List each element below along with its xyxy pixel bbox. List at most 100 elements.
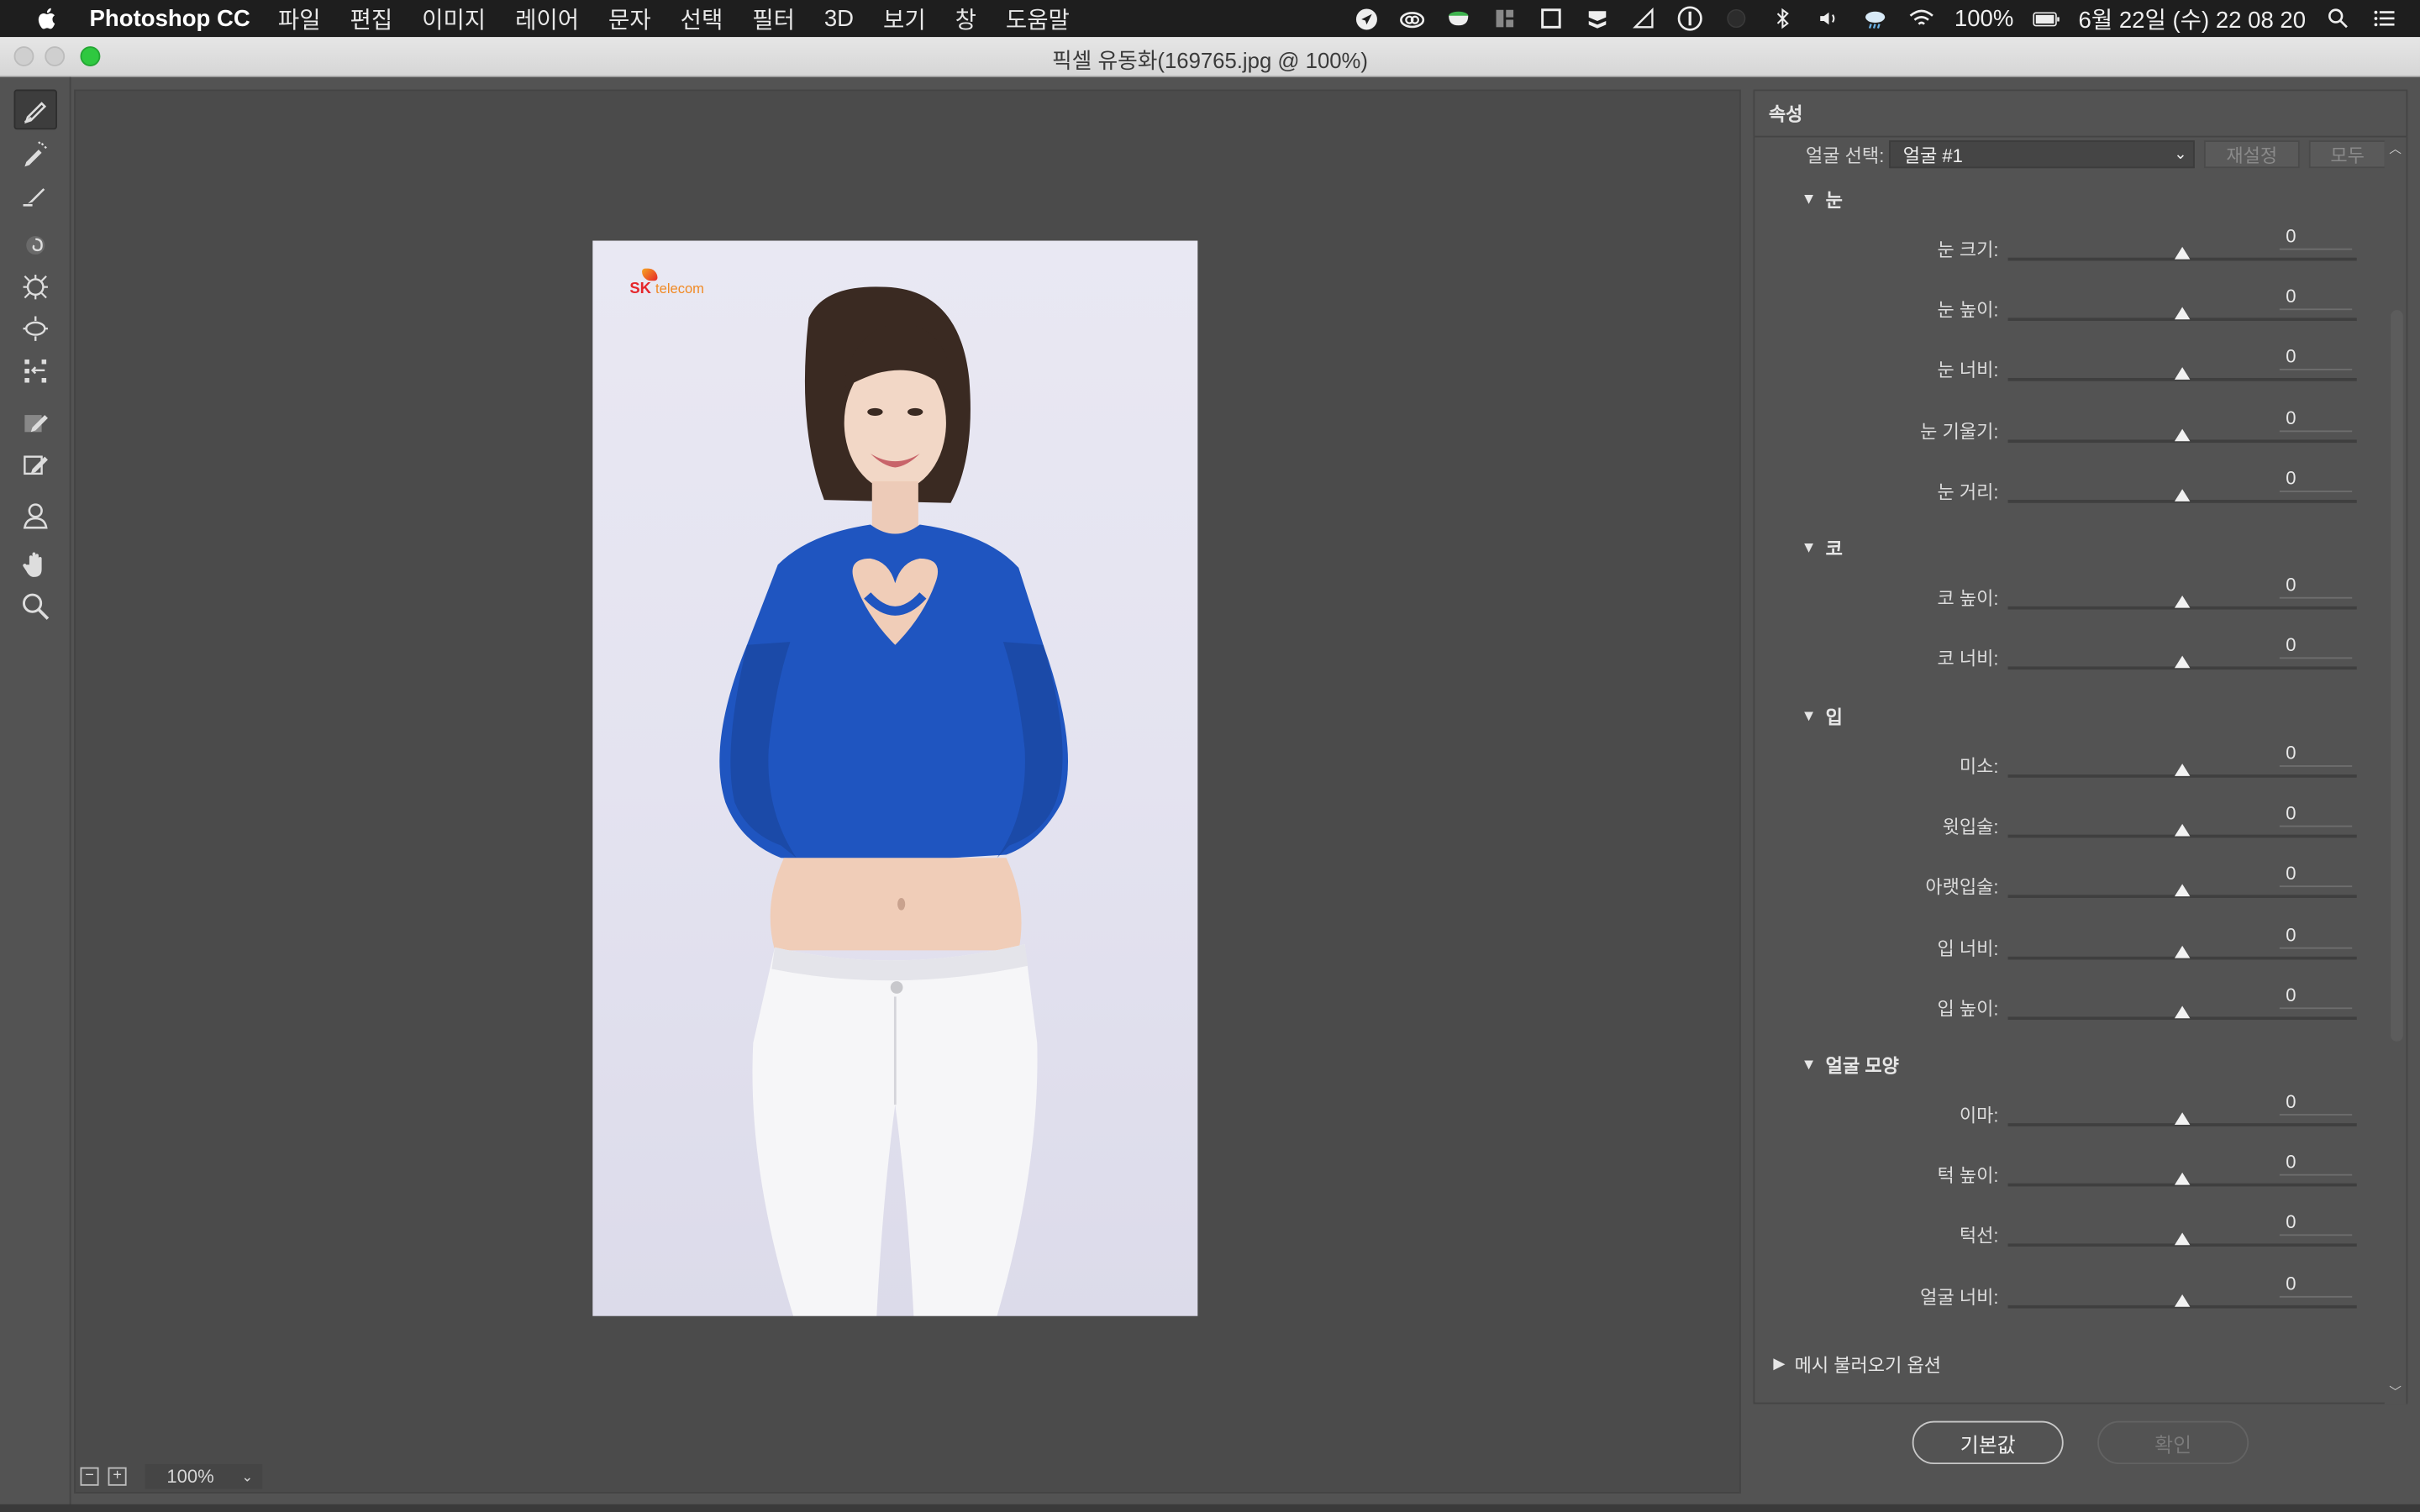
default-button[interactable]: 기본값	[1912, 1420, 2064, 1465]
section-header[interactable]: ▼ 코	[1801, 535, 1843, 561]
menubar-clock[interactable]: 6월 22일 (수) 22 08 20	[2079, 3, 2307, 35]
slider-track[interactable]	[2007, 1233, 2357, 1247]
pucker-tool[interactable]	[14, 267, 57, 307]
grid-app-icon[interactable]	[1491, 5, 1519, 33]
slider-thumb[interactable]	[2174, 824, 2191, 837]
scroll-down-icon[interactable]: ﹀	[2389, 1384, 2402, 1401]
slider-track[interactable]	[2007, 1112, 2357, 1126]
push-left-tool[interactable]	[14, 350, 57, 391]
menu-edit[interactable]: 편집	[350, 3, 393, 35]
coffee-cup-icon[interactable]	[1445, 5, 1473, 33]
face-tool[interactable]	[14, 496, 57, 536]
slider-thumb[interactable]	[2174, 1294, 2191, 1306]
location-icon[interactable]	[1353, 5, 1381, 33]
bluetooth-icon[interactable]	[1769, 5, 1797, 33]
slider-thumb[interactable]	[2174, 1233, 2191, 1246]
slider-track[interactable]	[2007, 945, 2357, 959]
face-select-dropdown[interactable]: 얼굴 #1 ⌄	[1889, 140, 2195, 169]
slider-thumb[interactable]	[2174, 488, 2191, 501]
slider-thumb[interactable]	[2174, 246, 2191, 260]
window-square-icon[interactable]	[1538, 5, 1565, 33]
zoom-out-button[interactable]: −	[80, 1467, 99, 1486]
slider-thumb[interactable]	[2174, 764, 2191, 776]
slider-thumb[interactable]	[2174, 655, 2191, 669]
slider-value-input[interactable]: 0	[2279, 984, 2353, 1009]
scrollbar-thumb[interactable]	[2391, 310, 2403, 1042]
load-mesh-options-toggle[interactable]: ▶ 메시 불러오기 옵션	[1773, 1352, 1941, 1378]
slider-value-input[interactable]: 0	[2279, 923, 2353, 948]
slider-track[interactable]	[2007, 1173, 2357, 1187]
slider-thumb[interactable]	[2174, 1005, 2191, 1018]
section-header[interactable]: ▼ 얼굴 모양	[1801, 1053, 1898, 1079]
creative-cloud-icon[interactable]	[1399, 5, 1427, 33]
dark-circle-icon[interactable]	[1723, 5, 1750, 33]
panel-scrollbar[interactable]: ︿ ﹀	[2384, 137, 2407, 1404]
zoom-tool[interactable]	[14, 586, 57, 627]
slider-value-input[interactable]: 0	[2279, 225, 2353, 250]
slider-value-input[interactable]: 0	[2279, 802, 2353, 827]
freeze-mask-tool[interactable]	[14, 402, 57, 443]
battery-icon[interactable]	[2032, 5, 2060, 33]
menu-filter[interactable]: 필터	[752, 3, 795, 35]
app-name[interactable]: Photoshop CC	[90, 5, 250, 31]
smooth-tool[interactable]	[14, 175, 57, 215]
slider-value-input[interactable]: 0	[2279, 407, 2353, 432]
slider-track[interactable]	[2007, 655, 2357, 670]
slider-thumb[interactable]	[2174, 945, 2191, 958]
slider-value-input[interactable]: 0	[2279, 1212, 2353, 1236]
menu-image[interactable]: 이미지	[422, 3, 486, 35]
slider-value-input[interactable]: 0	[2279, 286, 2353, 311]
ok-button[interactable]: 확인	[2097, 1420, 2249, 1465]
slider-value-input[interactable]: 0	[2279, 863, 2353, 888]
reset-face-button[interactable]: 재설정	[2203, 140, 2300, 169]
menu-window[interactable]: 창	[955, 3, 976, 35]
menu-view[interactable]: 보기	[883, 3, 926, 35]
all-faces-button[interactable]: 모두	[2308, 140, 2386, 169]
slider-track[interactable]	[2007, 1005, 2357, 1020]
weather-cloud-icon[interactable]	[1862, 5, 1890, 33]
slider-track[interactable]	[2007, 307, 2357, 322]
zoom-level-select[interactable]: 100% ⌄	[145, 1464, 263, 1489]
zoom-in-button[interactable]: +	[108, 1467, 127, 1486]
volume-icon[interactable]	[1816, 5, 1844, 33]
section-header[interactable]: ▼ 입	[1801, 704, 1843, 730]
ruler-triangle-icon[interactable]	[1630, 5, 1658, 33]
menu-select[interactable]: 선택	[681, 3, 723, 35]
slider-track[interactable]	[2007, 246, 2357, 261]
forward-warp-tool[interactable]	[13, 89, 57, 130]
slider-value-input[interactable]: 0	[2279, 1091, 2353, 1116]
wifi-icon[interactable]	[1908, 5, 1936, 33]
slider-track[interactable]	[2007, 1294, 2357, 1308]
slider-value-input[interactable]: 0	[2279, 467, 2353, 492]
slider-value-input[interactable]: 0	[2279, 634, 2353, 659]
slider-track[interactable]	[2007, 885, 2357, 899]
slider-thumb[interactable]	[2174, 1173, 2191, 1185]
slider-track[interactable]	[2007, 488, 2357, 503]
slider-thumb[interactable]	[2174, 595, 2191, 608]
menu-3d[interactable]: 3D	[824, 5, 854, 31]
slider-track[interactable]	[2007, 595, 2357, 610]
stack-icon[interactable]	[1584, 5, 1612, 33]
slider-thumb[interactable]	[2174, 307, 2191, 320]
slider-track[interactable]	[2007, 824, 2357, 838]
slider-value-input[interactable]: 0	[2279, 346, 2353, 371]
slider-track[interactable]	[2007, 764, 2357, 778]
spotlight-search-icon[interactable]	[2324, 5, 2352, 33]
notification-center-icon[interactable]	[2370, 5, 2398, 33]
slider-thumb[interactable]	[2174, 1112, 2191, 1125]
slider-thumb[interactable]	[2174, 367, 2191, 381]
menu-type[interactable]: 문자	[608, 3, 651, 35]
apple-icon[interactable]	[31, 0, 65, 37]
canvas-area[interactable]: SK telecom	[74, 89, 1741, 1494]
thaw-mask-tool[interactable]	[14, 444, 57, 485]
menu-layer[interactable]: 레이어	[515, 3, 579, 35]
slider-value-input[interactable]: 0	[2279, 574, 2353, 599]
slider-thumb[interactable]	[2174, 428, 2191, 441]
slider-value-input[interactable]: 0	[2279, 1152, 2353, 1176]
slider-value-input[interactable]: 0	[2279, 1273, 2353, 1297]
slider-thumb[interactable]	[2174, 885, 2191, 897]
menu-help[interactable]: 도움말	[1006, 3, 1070, 35]
slider-track[interactable]	[2007, 428, 2357, 443]
menu-file[interactable]: 파일	[278, 3, 321, 35]
twirl-clockwise-tool[interactable]	[14, 225, 57, 265]
